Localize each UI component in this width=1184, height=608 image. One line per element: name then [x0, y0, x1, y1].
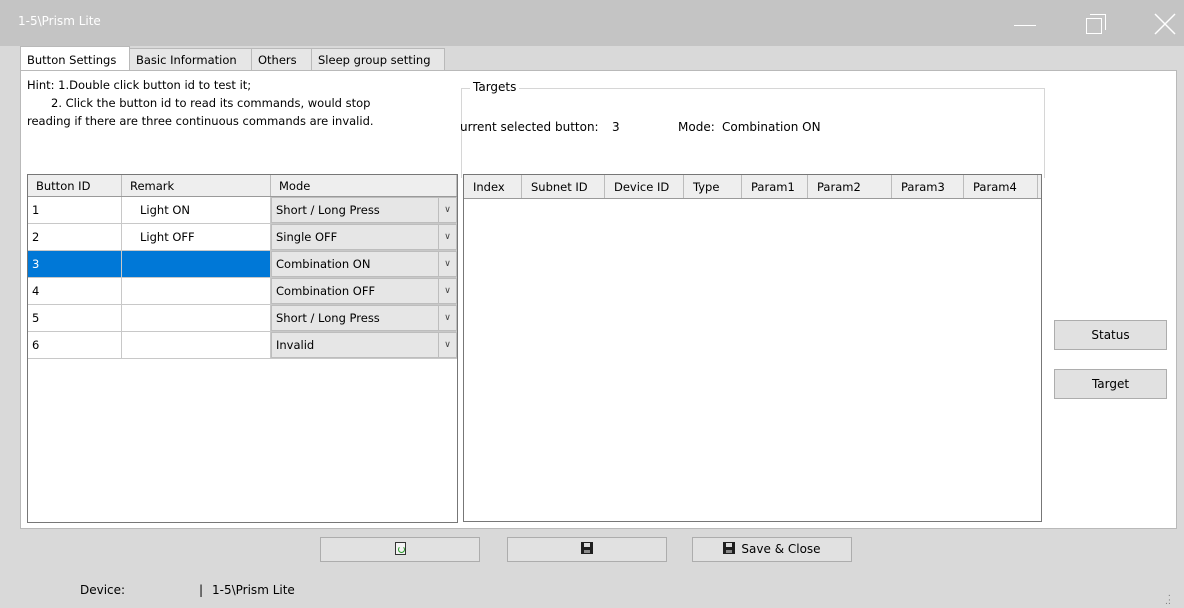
tab-others[interactable]: Others: [251, 48, 312, 70]
button-id-cell[interactable]: 4: [28, 278, 122, 304]
mode-value: Short / Long Press: [276, 311, 380, 325]
mode-select[interactable]: Combination OFF ∨: [271, 278, 457, 304]
button-id-cell[interactable]: 5: [28, 305, 122, 331]
table-row[interactable]: 2 Light OFF Single OFF ∨: [28, 224, 457, 251]
tab-button-settings[interactable]: Button Settings: [20, 46, 130, 70]
minimize-icon: [1014, 25, 1036, 26]
remark-cell[interactable]: [122, 278, 271, 304]
resize-grip-icon[interactable]: ..:: [1165, 590, 1171, 607]
save-button[interactable]: [507, 537, 667, 562]
header-mode[interactable]: Mode: [271, 175, 457, 196]
button-id-cell[interactable]: 3: [28, 251, 122, 277]
remark-cell[interactable]: [122, 332, 271, 358]
chevron-down-icon[interactable]: ∨: [438, 279, 456, 304]
targets-legend: Targets: [470, 80, 520, 94]
button-id-cell[interactable]: 6: [28, 332, 122, 358]
button-id-cell[interactable]: 2: [28, 224, 122, 250]
main-window: 1-5\Prism Lite Button Settings Basic Inf…: [0, 0, 1184, 608]
refresh-button[interactable]: [320, 537, 480, 562]
restore-icon-front: [1086, 18, 1102, 34]
current-mode-value: Combination ON: [722, 120, 821, 134]
chevron-down-icon[interactable]: ∨: [438, 225, 456, 250]
targets-grid-header: Index Subnet ID Device ID Type Param1 Pa…: [464, 175, 1041, 199]
save-and-close-button[interactable]: Save & Close: [692, 537, 852, 562]
close-icon: [1154, 13, 1176, 35]
mode-value: Combination ON: [276, 257, 371, 271]
current-button-value: 3: [612, 120, 620, 134]
mode-select[interactable]: Single OFF ∨: [271, 224, 457, 250]
mode-value: Invalid: [276, 338, 315, 352]
header-remark[interactable]: Remark: [122, 175, 271, 196]
remark-cell[interactable]: Light ON: [122, 197, 271, 223]
mode-value: Short / Long Press: [276, 203, 380, 217]
table-row-selected[interactable]: 3 Combination ON ∨: [28, 251, 457, 278]
refresh-icon: [394, 542, 406, 555]
table-row[interactable]: 6 Invalid ∨: [28, 332, 457, 359]
mode-select[interactable]: Combination ON ∨: [271, 251, 457, 277]
chevron-down-icon[interactable]: ∨: [438, 252, 456, 277]
mode-select[interactable]: Invalid ∨: [271, 332, 457, 358]
chevron-down-icon[interactable]: ∨: [438, 306, 456, 331]
status-button[interactable]: Status: [1054, 320, 1167, 350]
close-button[interactable]: [1140, 0, 1184, 46]
device-label: Device:: [80, 583, 126, 597]
minimize-button[interactable]: [1000, 0, 1050, 46]
current-mode-label: Mode:: [678, 120, 715, 134]
table-row[interactable]: 5 Short / Long Press ∨: [28, 305, 457, 332]
floppy-disk-icon: [581, 542, 593, 554]
header-type[interactable]: Type: [684, 175, 742, 198]
tab-sleep-group-setting[interactable]: Sleep group setting: [311, 48, 445, 70]
mode-select[interactable]: Short / Long Press ∨: [271, 197, 457, 223]
table-row[interactable]: 1 Light ON Short / Long Press ∨: [28, 197, 457, 224]
button-table: Button ID Remark Mode 1 Light ON Short /…: [27, 174, 458, 523]
header-param3[interactable]: Param3: [892, 175, 964, 198]
header-param2[interactable]: Param2: [808, 175, 892, 198]
tab-basic-information[interactable]: Basic Information: [129, 48, 252, 70]
header-param1[interactable]: Param1: [742, 175, 808, 198]
header-subnet-id[interactable]: Subnet ID: [522, 175, 605, 198]
remark-cell[interactable]: [122, 251, 271, 277]
chevron-down-icon[interactable]: ∨: [438, 333, 456, 358]
title-bar: 1-5\Prism Lite: [0, 0, 1184, 46]
header-param4[interactable]: Param4: [964, 175, 1038, 198]
targets-grid[interactable]: Index Subnet ID Device ID Type Param1 Pa…: [463, 174, 1042, 522]
window-title: 1-5\Prism Lite: [18, 14, 101, 28]
hint-line-1: Hint: 1.Double click button id to test i…: [27, 78, 252, 92]
button-id-cell[interactable]: 1: [28, 197, 122, 223]
target-button[interactable]: Target: [1054, 369, 1167, 399]
maximize-button[interactable]: [1070, 0, 1120, 46]
floppy-disk-icon: [723, 542, 736, 554]
hint-line-3: reading if there are three continuous co…: [27, 114, 374, 128]
header-button-id[interactable]: Button ID: [28, 175, 122, 196]
current-button-label: urrent selected button:: [460, 120, 599, 134]
remark-cell[interactable]: [122, 305, 271, 331]
button-table-header: Button ID Remark Mode: [28, 175, 457, 197]
remark-cell[interactable]: Light OFF: [122, 224, 271, 250]
header-index[interactable]: Index: [464, 175, 522, 198]
chevron-down-icon[interactable]: ∨: [438, 198, 456, 223]
mode-select[interactable]: Short / Long Press ∨: [271, 305, 457, 331]
hint-line-2: 2. Click the button id to read its comma…: [51, 96, 371, 110]
tab-strip: Button Settings Basic Information Others…: [20, 46, 445, 70]
device-value: 1-5\Prism Lite: [212, 583, 295, 597]
mode-value: Single OFF: [276, 230, 338, 244]
hint-text: Hint: 1.Double click button id to test i…: [27, 76, 467, 130]
mode-value: Combination OFF: [276, 284, 376, 298]
current-selection-line: urrent selected button: 3 Mode: Combination…: [460, 120, 821, 134]
button-settings-panel: Hint: 1.Double click button id to test i…: [20, 70, 1177, 529]
save-and-close-label: Save & Close: [741, 542, 821, 556]
header-device-id[interactable]: Device ID: [605, 175, 684, 198]
status-separator: |: [199, 583, 204, 597]
table-row[interactable]: 4 Combination OFF ∨: [28, 278, 457, 305]
